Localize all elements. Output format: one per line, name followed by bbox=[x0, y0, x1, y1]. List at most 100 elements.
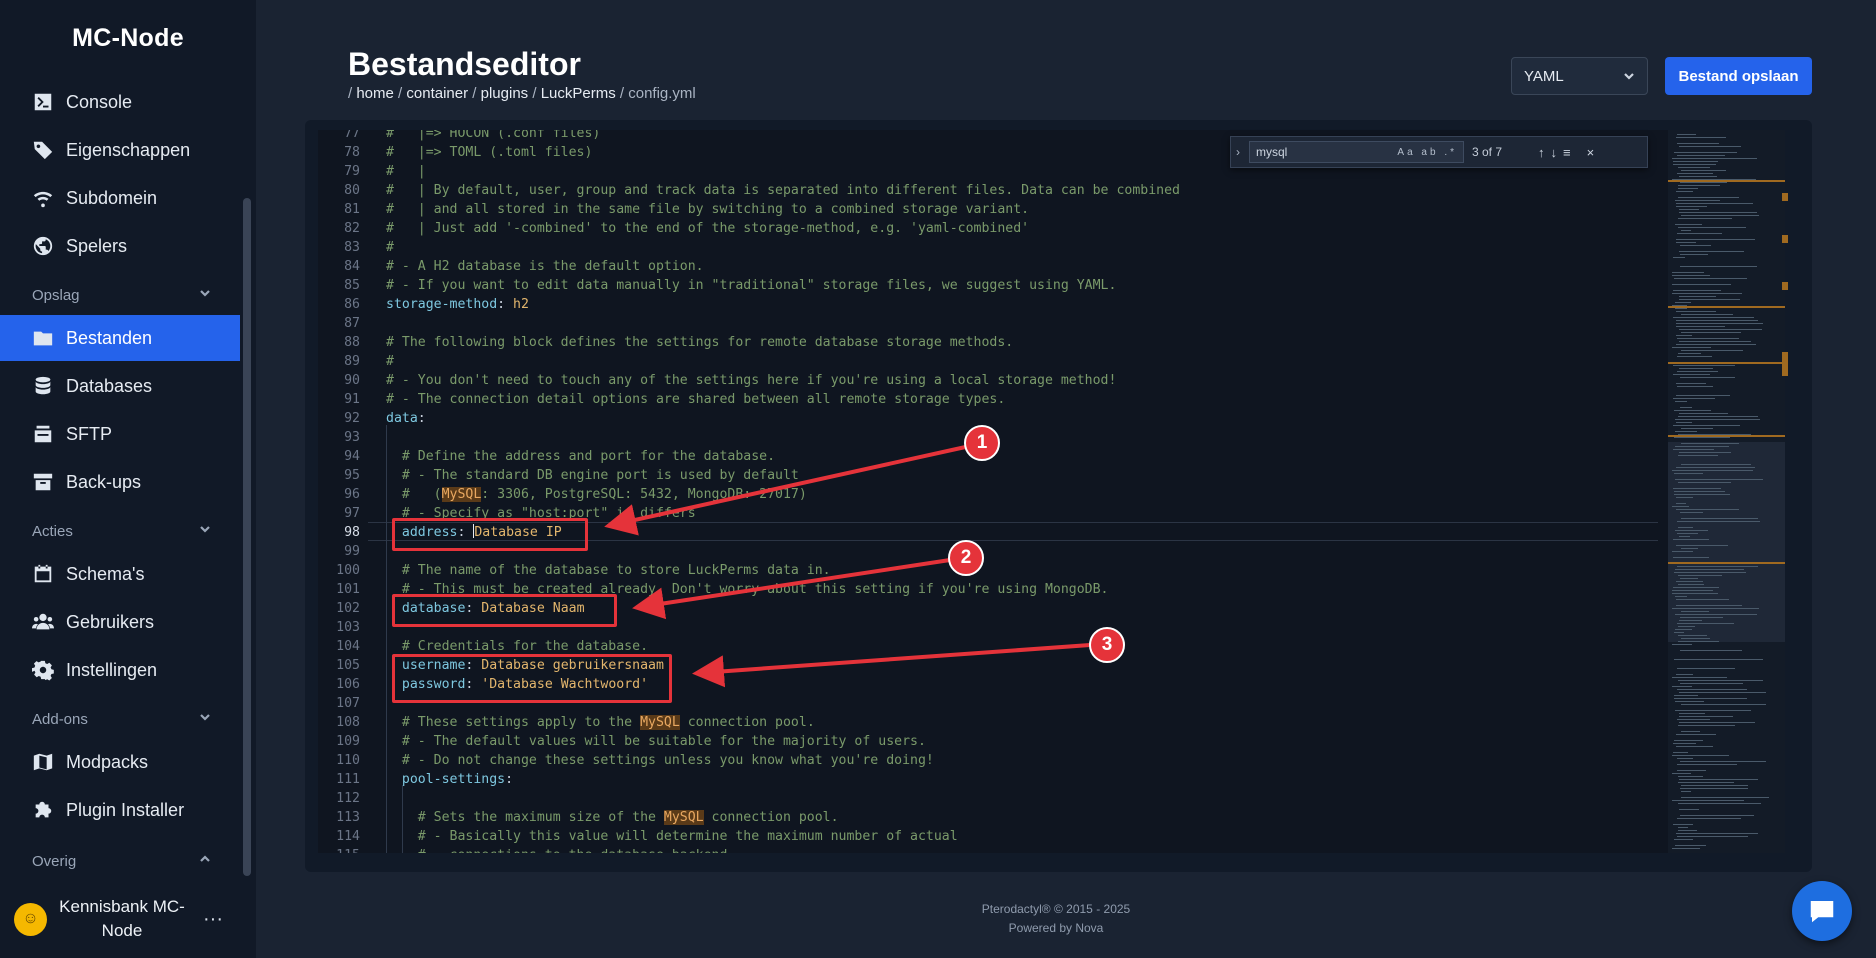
yaml-key: storage-method bbox=[386, 297, 498, 312]
code-line[interactable]: 114 # - Basically this value will determ… bbox=[318, 827, 1658, 846]
minimap-line bbox=[1675, 224, 1702, 225]
breadcrumb-container[interactable]: container bbox=[406, 85, 468, 102]
code-line[interactable]: 82 # | Just add '-combined' to the end of… bbox=[318, 219, 1658, 238]
code-line[interactable]: 112 bbox=[318, 789, 1658, 808]
minimap-viewport[interactable] bbox=[1668, 442, 1785, 642]
code-line[interactable]: 88 # The following block defines the sett… bbox=[318, 333, 1658, 352]
code-line[interactable]: 80 # | By default, user, group and track … bbox=[318, 181, 1658, 200]
minimap-line bbox=[1676, 509, 1739, 510]
sidebar-item-databases[interactable]: Databases bbox=[0, 363, 240, 409]
sidebar-item-console[interactable]: Console bbox=[0, 79, 240, 125]
comment-text: # - The default values will be suitable … bbox=[386, 734, 926, 749]
code-line[interactable]: 86 storage-method: h2 bbox=[318, 295, 1658, 314]
section-opslag[interactable]: Opslag bbox=[32, 286, 212, 304]
find-in-selection-icon[interactable]: ≡ bbox=[1563, 145, 1571, 160]
chat-button[interactable] bbox=[1792, 881, 1852, 941]
find-input[interactable]: mysql Aa ab .* bbox=[1249, 141, 1464, 163]
code-line[interactable]: 91 # - The connection detail options are … bbox=[318, 390, 1658, 409]
line-number: 93 bbox=[344, 430, 360, 445]
line-number: 88 bbox=[344, 335, 360, 350]
footer-copyright: Pterodactyl® © 2015 - 2025 bbox=[981, 902, 1131, 916]
sidebar-item-spelers[interactable]: Spelers bbox=[0, 223, 240, 269]
arrow-up-icon[interactable]: ↑ bbox=[1538, 145, 1545, 160]
chevron-right-icon[interactable]: › bbox=[1231, 145, 1245, 159]
code-line[interactable]: 83 # bbox=[318, 238, 1658, 257]
sidebar-item-gebruikers[interactable]: Gebruikers bbox=[0, 599, 240, 645]
code-line[interactable]: 90 # - You don't need to touch any of the… bbox=[318, 371, 1658, 390]
minimap-line bbox=[1672, 293, 1742, 294]
code-line[interactable]: 89 # bbox=[318, 352, 1658, 371]
sidebar-scrollbar[interactable] bbox=[243, 198, 251, 876]
minimap-line bbox=[1676, 344, 1756, 345]
line-number: 89 bbox=[344, 354, 360, 369]
code-line[interactable]: 81 # | and all stored in the same file by… bbox=[318, 200, 1658, 219]
code-editor[interactable]: 77 # |=> HOCON (.conf files) 78 # |=> TOML … bbox=[318, 130, 1668, 853]
minimap-line bbox=[1681, 638, 1710, 639]
sidebar-item-subdomein[interactable]: Subdomein bbox=[0, 175, 240, 221]
sidebar-item-modpacks[interactable]: Modpacks bbox=[0, 739, 240, 785]
minimap-line bbox=[1677, 758, 1693, 759]
breadcrumb-home[interactable]: home bbox=[356, 85, 394, 102]
code-line[interactable]: 87 bbox=[318, 314, 1658, 333]
yaml-key: data bbox=[386, 411, 418, 426]
section-label: Acties bbox=[32, 522, 73, 540]
sidebar-item-sftp[interactable]: SFTP bbox=[0, 411, 240, 457]
user-name-line: Node bbox=[101, 921, 143, 940]
minimap-line bbox=[1673, 752, 1688, 753]
code-line[interactable]: 115 # connections to the database backen… bbox=[318, 846, 1658, 853]
line-number: 106 bbox=[336, 677, 360, 692]
save-file-button[interactable]: Bestand opslaan bbox=[1665, 57, 1812, 95]
arrow-down-icon[interactable]: ↓ bbox=[1551, 145, 1558, 160]
find-options[interactable]: Aa ab .* bbox=[1397, 147, 1457, 158]
code-text: # - The default values will be suitable … bbox=[386, 732, 926, 751]
sidebar: MC-Node Console Eigenschappen Subdomein … bbox=[0, 0, 256, 958]
minimap[interactable] bbox=[1668, 130, 1785, 853]
minimap-line bbox=[1676, 191, 1693, 192]
comment-text: # - A H2 database is the default option. bbox=[386, 259, 704, 274]
language-select[interactable]: YAML bbox=[1511, 57, 1648, 95]
comment-text: # - You don't need to touch any of the s… bbox=[386, 373, 1117, 388]
line-number: 104 bbox=[336, 639, 360, 654]
minimap-line bbox=[1676, 674, 1693, 675]
terminal-icon bbox=[32, 91, 54, 113]
code-line[interactable]: 110 # - Do not change these settings unl… bbox=[318, 751, 1658, 770]
sidebar-item-label: Schema's bbox=[66, 563, 145, 584]
code-line[interactable]: 108 # These settings apply to the MySQL … bbox=[318, 713, 1658, 732]
line-number: 112 bbox=[336, 791, 360, 806]
code-line[interactable]: 85 # - If you want to edit data manually … bbox=[318, 276, 1658, 295]
code-line[interactable]: 100 # The name of the database to store … bbox=[318, 561, 1658, 580]
section-acties[interactable]: Acties bbox=[32, 522, 212, 540]
line-number: 113 bbox=[336, 810, 360, 825]
code-line[interactable]: 96 # (MySQL: 3306, PostgreSQL: 5432, Mon… bbox=[318, 485, 1658, 504]
minimap-line bbox=[1679, 212, 1757, 213]
comment-text: # | Just add '-combined' to the end of t… bbox=[386, 221, 1030, 236]
brand-logo[interactable]: MC-Node bbox=[0, 24, 256, 53]
section-addons[interactable]: Add-ons bbox=[32, 710, 212, 728]
code-line[interactable]: 113 # Sets the maximum size of the MySQL… bbox=[318, 808, 1658, 827]
user-menu[interactable]: ☺ Kennisbank MC- Node ··· bbox=[14, 893, 246, 945]
chevron-down-icon bbox=[198, 286, 212, 304]
breadcrumb-file: config.yml bbox=[628, 85, 696, 102]
sidebar-item-plugin-installer[interactable]: Plugin Installer bbox=[0, 787, 240, 833]
sidebar-item-eigenschappen[interactable]: Eigenschappen bbox=[0, 127, 240, 173]
sidebar-item-backups[interactable]: Back-ups bbox=[0, 459, 240, 505]
breadcrumb-luckperms[interactable]: LuckPerms bbox=[541, 85, 616, 102]
code-line[interactable]: 109 # - The default values will be suita… bbox=[318, 732, 1658, 751]
minimap-line bbox=[1681, 230, 1691, 231]
line-number: 80 bbox=[344, 183, 360, 198]
line-number: 94 bbox=[344, 449, 360, 464]
minimap-line bbox=[1675, 629, 1692, 630]
code-line[interactable]: 111 pool-settings: bbox=[318, 770, 1658, 789]
comment-text: # - Basically this value will determine … bbox=[386, 829, 958, 844]
sidebar-item-schemas[interactable]: Schema's bbox=[0, 551, 240, 597]
code-line[interactable]: 84 # - A H2 database is the default optio… bbox=[318, 257, 1658, 276]
sidebar-item-instellingen[interactable]: Instellingen bbox=[0, 647, 240, 693]
close-icon[interactable]: × bbox=[1587, 145, 1595, 160]
breadcrumb-plugins[interactable]: plugins bbox=[481, 85, 529, 102]
section-overig[interactable]: Overig bbox=[32, 852, 212, 870]
code-line[interactable]: 95 # - The standard DB engine port is us… bbox=[318, 466, 1658, 485]
more-options-icon[interactable]: ··· bbox=[203, 908, 223, 931]
sidebar-item-bestanden[interactable]: Bestanden bbox=[0, 315, 240, 361]
code-text: # bbox=[386, 352, 394, 371]
minimap-line bbox=[1678, 626, 1695, 627]
